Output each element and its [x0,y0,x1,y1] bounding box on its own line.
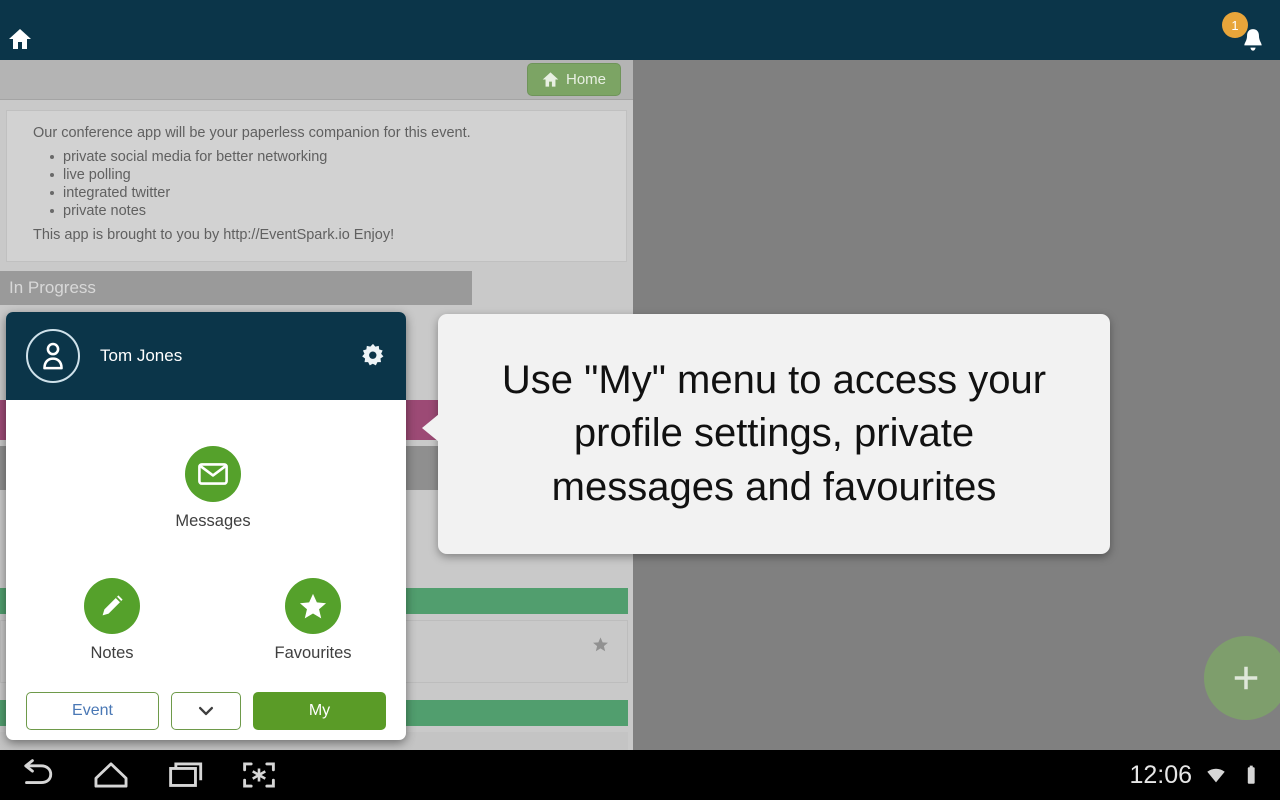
section-header-in-progress: In Progress [0,271,472,305]
app-toolbar: Home [0,60,633,100]
list-item: private notes [50,202,626,220]
pencil-icon [102,595,123,616]
add-fab-button[interactable] [1204,636,1280,720]
menu-item-label: Favourites [274,644,352,662]
envelope-icon [198,463,228,485]
screenshot-icon[interactable] [236,758,282,792]
my-panel-footer: Event My [6,682,406,740]
favourites-icon-circle [285,578,341,634]
my-button-label: My [308,702,331,719]
section-header-label: In Progress [9,278,96,297]
recents-icon[interactable] [162,758,208,792]
gear-icon [362,343,384,366]
bell-icon [1244,29,1262,51]
tooltip-text: Use "My" menu to access your profile set… [501,358,1047,509]
status-bar-right: 12:06 [1129,750,1262,800]
menu-item-messages[interactable]: Messages [153,446,273,531]
event-button-label: Event [72,702,113,719]
app-bar: 1 [0,0,1280,60]
chevron-down-icon [198,706,214,716]
list-item: live polling [50,166,626,184]
screen-root: Home Our conference app will be your pap… [0,0,1280,800]
wifi-icon [1207,768,1225,783]
toolbar-home-label: Home [565,71,606,88]
notifications-button[interactable]: 1 [1220,10,1268,54]
star-icon [299,593,327,618]
info-footer: This app is brought to you by http://Eve… [33,227,395,243]
notes-icon-circle [84,578,140,634]
info-bullet-list: private social media for better networki… [50,148,626,220]
home-icon[interactable] [8,27,32,51]
back-icon[interactable] [14,758,60,792]
list-item: private social media for better networki… [50,148,626,166]
plus-icon [1234,666,1258,690]
menu-item-label: Notes [90,644,134,662]
clock: 12:06 [1129,760,1192,789]
home-icon [542,72,559,87]
star-icon[interactable] [592,636,609,653]
menu-item-notes[interactable]: Notes [52,578,172,663]
battery-icon [1247,765,1255,784]
toolbar-home-button[interactable]: Home [526,63,621,96]
android-navigation-bar: 12:06 [0,750,1280,800]
home-icon[interactable] [88,758,134,792]
my-panel-header: Tom Jones [6,312,406,400]
my-button[interactable]: My [253,692,386,730]
person-icon [43,342,63,370]
menu-item-label: Messages [175,512,251,530]
avatar[interactable] [26,329,80,383]
tooltip-arrow [422,414,439,442]
menu-item-favourites[interactable]: Favourites [253,578,373,663]
event-button[interactable]: Event [26,692,159,730]
profile-name: Tom Jones [100,346,183,365]
my-menu-panel: Tom Jones Messages Notes Favourites Even… [6,312,406,740]
info-intro: Our conference app will be your paperles… [33,125,471,141]
my-panel-body: Messages Notes Favourites [6,400,406,682]
dropdown-toggle-button[interactable] [171,692,241,730]
messages-icon-circle [185,446,241,502]
info-card: Our conference app will be your paperles… [6,110,627,262]
list-item: integrated twitter [50,184,626,202]
settings-button[interactable] [360,343,386,369]
tooltip-callout[interactable]: Use "My" menu to access your profile set… [422,314,1110,554]
